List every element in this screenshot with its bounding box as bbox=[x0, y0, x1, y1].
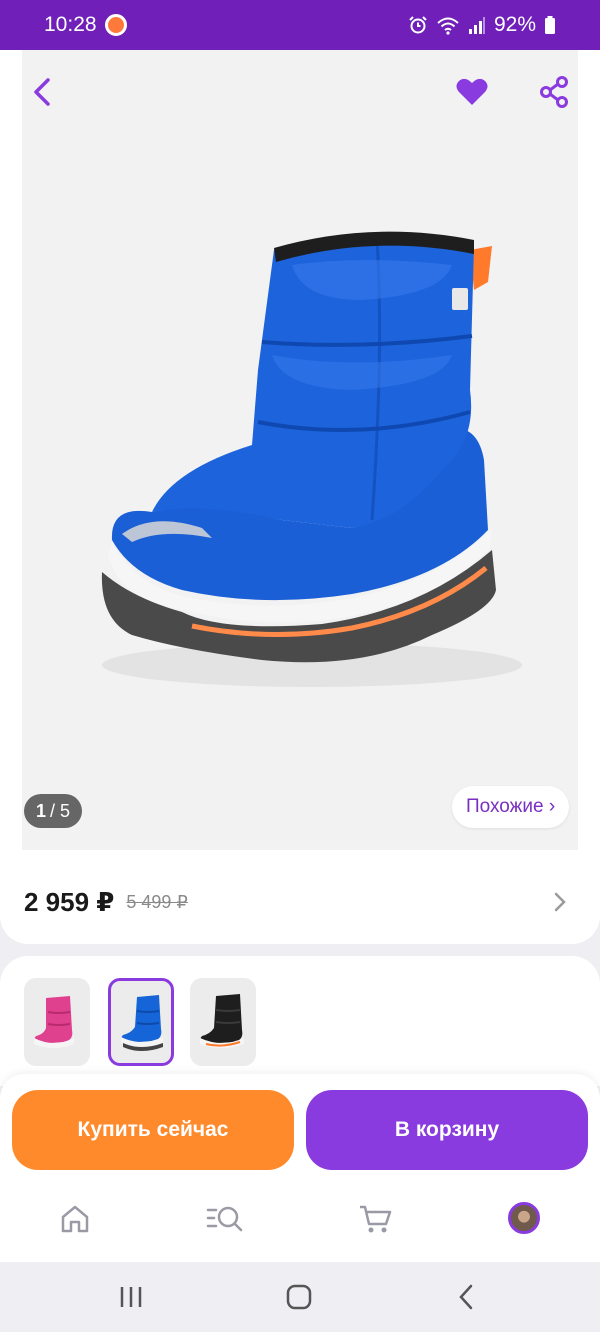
tab-cart[interactable] bbox=[358, 1202, 394, 1238]
back-arrow-icon[interactable] bbox=[28, 74, 60, 110]
price-row[interactable]: 2 959 ₽ 5 499 ₽ bbox=[24, 882, 570, 922]
catalog-search-icon bbox=[206, 1206, 243, 1232]
buy-now-button[interactable]: Купить сейчас bbox=[12, 1090, 294, 1170]
product-card: 1 / 5 Похожие › 2 959 ₽ 5 499 ₽ bbox=[0, 50, 600, 944]
product-image-gallery[interactable]: 1 / 5 Похожие › bbox=[22, 50, 578, 850]
image-counter: 1 / 5 bbox=[24, 794, 83, 828]
share-icon[interactable] bbox=[538, 74, 570, 110]
recent-apps-icon[interactable] bbox=[116, 1282, 146, 1312]
image-counter-current: 1 bbox=[36, 800, 47, 821]
battery-icon bbox=[545, 16, 555, 34]
tab-home[interactable] bbox=[58, 1202, 94, 1238]
image-counter-total: / 5 bbox=[50, 800, 71, 821]
signal-icon bbox=[468, 17, 485, 34]
notification-app-icon bbox=[104, 14, 127, 36]
home-icon bbox=[61, 1205, 89, 1233]
wifi-icon bbox=[437, 17, 459, 35]
alarm-icon bbox=[409, 16, 427, 34]
status-time: 10:28 bbox=[44, 13, 97, 36]
tab-catalog[interactable] bbox=[206, 1202, 243, 1238]
pink-boot-thumbnail bbox=[34, 996, 74, 1048]
system-navigation-bar bbox=[0, 1262, 600, 1332]
bottom-tab-bar bbox=[0, 1182, 600, 1262]
price-current: 2 959 ₽ bbox=[24, 886, 115, 917]
tab-profile[interactable] bbox=[508, 1202, 544, 1238]
home-nav-icon[interactable] bbox=[284, 1282, 314, 1312]
similar-button[interactable]: Похожие › bbox=[452, 786, 570, 828]
black-boot-thumbnail bbox=[200, 994, 244, 1048]
status-bar: 10:28 92% bbox=[0, 0, 600, 50]
variant-black[interactable] bbox=[190, 978, 256, 1066]
chevron-right-icon[interactable] bbox=[550, 890, 570, 914]
heart-icon[interactable] bbox=[454, 74, 490, 110]
cart-icon bbox=[360, 1205, 392, 1233]
color-variants bbox=[0, 956, 600, 1086]
blue-boot-thumbnail bbox=[121, 995, 163, 1051]
product-image-boot bbox=[101, 231, 522, 687]
status-right: 92% bbox=[408, 13, 556, 37]
variant-blue[interactable] bbox=[108, 978, 174, 1066]
price-old: 5 499 ₽ bbox=[126, 891, 188, 912]
status-left: 10:28 bbox=[44, 13, 127, 37]
add-to-cart-button[interactable]: В корзину bbox=[306, 1090, 588, 1170]
battery-percent: 92% bbox=[493, 13, 536, 36]
action-bar: Купить сейчас В корзину bbox=[0, 1074, 600, 1182]
variant-pink[interactable] bbox=[24, 978, 90, 1066]
profile-avatar bbox=[508, 1202, 540, 1234]
back-nav-icon[interactable] bbox=[452, 1282, 482, 1312]
